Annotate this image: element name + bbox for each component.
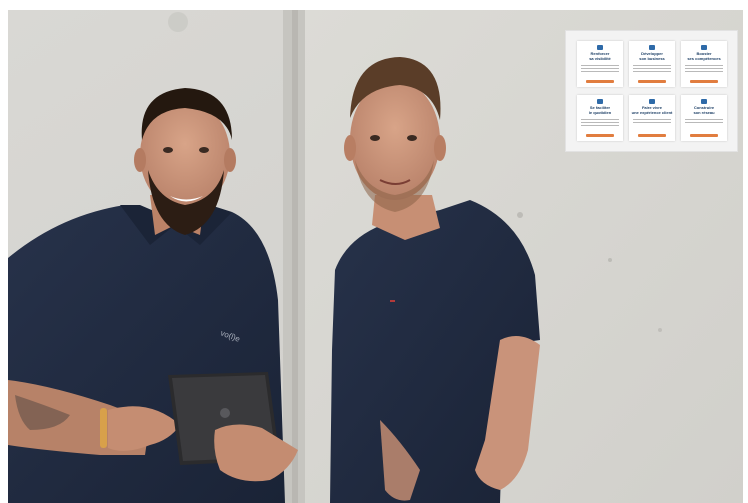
apple-logo: [220, 408, 230, 418]
thumb-icon: [597, 99, 603, 104]
image-frame: vo(l)e Renforcer sa visibilité Développe…: [0, 0, 748, 503]
person-icon: [649, 99, 655, 104]
services-overlay-card: Renforcer sa visibilité Développer son b…: [565, 30, 738, 152]
tile-button[interactable]: [690, 80, 718, 83]
tile-button[interactable]: [690, 134, 718, 137]
network-icon: [701, 99, 707, 104]
eye-icon: [597, 45, 603, 50]
tile-button[interactable]: [586, 134, 614, 137]
tile-skills[interactable]: Booster ses compétences: [681, 41, 727, 87]
tile-network[interactable]: Construire son réseau: [681, 95, 727, 141]
tile-experience[interactable]: Faire vivre une expérience client: [629, 95, 675, 141]
tshirt-logo: [390, 300, 395, 302]
tile-button[interactable]: [586, 80, 614, 83]
bracelet: [100, 408, 107, 448]
tile-button[interactable]: [638, 134, 666, 137]
tile-business[interactable]: Développer son business: [629, 41, 675, 87]
tile-visibility[interactable]: Renforcer sa visibilité: [577, 41, 623, 87]
tile-button[interactable]: [638, 80, 666, 83]
users-icon: [649, 45, 655, 50]
tile-daily[interactable]: Se faciliter le quotidien: [577, 95, 623, 141]
chart-icon: [701, 45, 707, 50]
